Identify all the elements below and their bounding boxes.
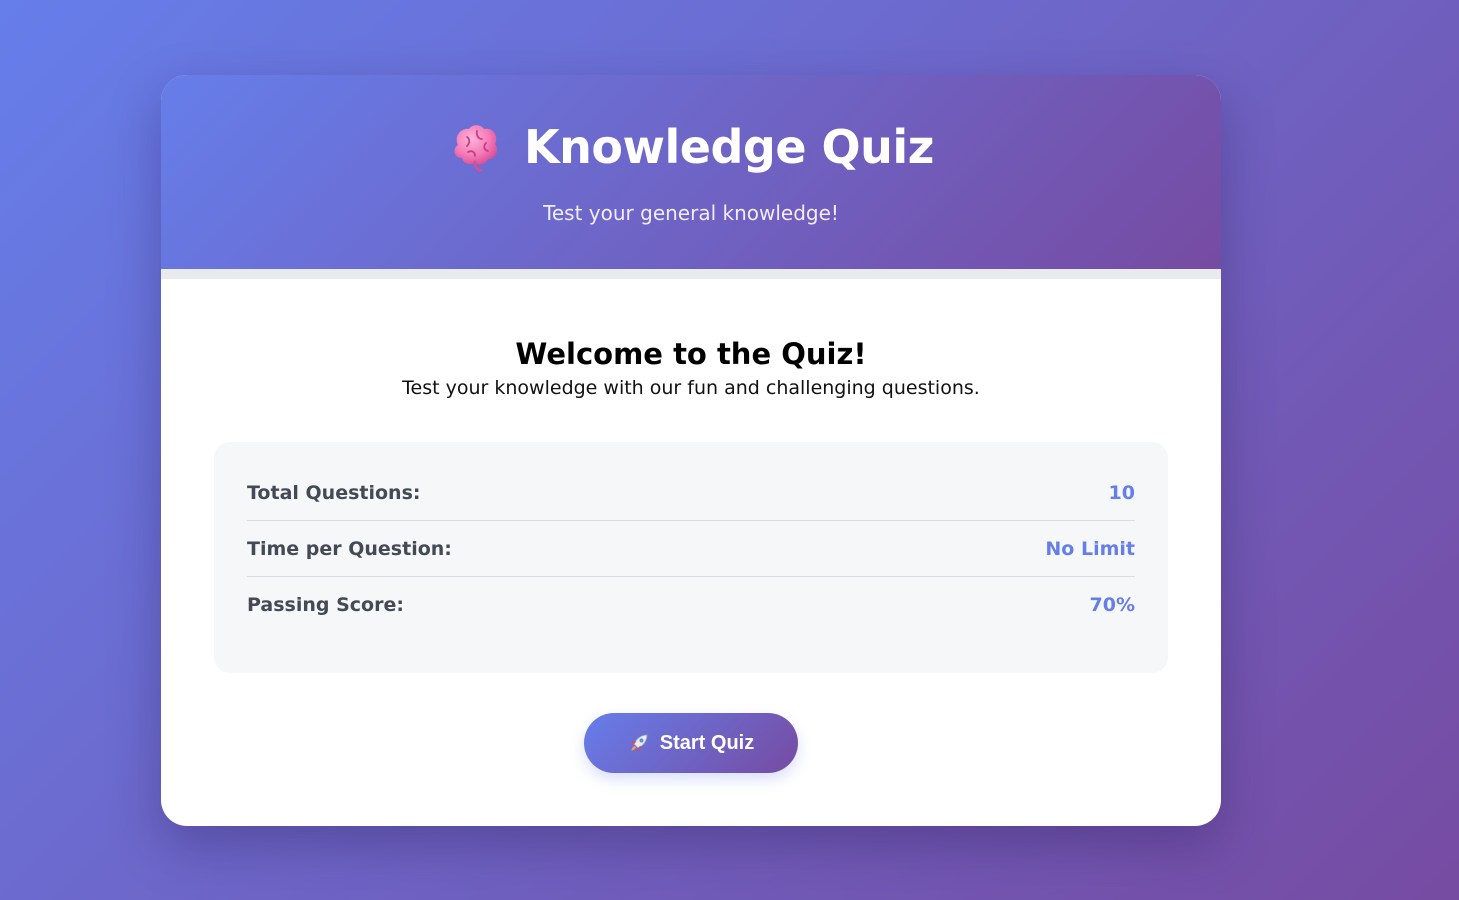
welcome-title: Welcome to the Quiz! — [515, 337, 867, 371]
page-subtitle: Test your general knowledge! — [543, 201, 839, 225]
quiz-info-box: Total Questions: 10 Time per Question: N… — [214, 442, 1168, 673]
brain-icon — [448, 119, 504, 175]
info-value: 10 — [1108, 481, 1135, 504]
info-value: No Limit — [1045, 537, 1135, 560]
info-label: Total Questions: — [247, 481, 421, 504]
info-label: Time per Question: — [247, 537, 452, 560]
rocket-icon — [628, 732, 650, 754]
page-title: Knowledge Quiz — [524, 120, 934, 174]
quiz-header: Knowledge Quiz Test your general knowled… — [161, 75, 1221, 269]
info-label: Passing Score: — [247, 593, 404, 616]
info-row-time-per-question: Time per Question: No Limit — [247, 521, 1135, 577]
info-row-total-questions: Total Questions: 10 — [247, 465, 1135, 521]
header-divider — [161, 269, 1221, 279]
info-value: 70% — [1089, 593, 1135, 616]
quiz-card: Knowledge Quiz Test your general knowled… — [161, 75, 1221, 826]
title-row: Knowledge Quiz — [161, 119, 1221, 175]
welcome-text: Test your knowledge with our fun and cha… — [402, 377, 980, 399]
start-quiz-button[interactable]: Start Quiz — [584, 713, 798, 773]
info-row-passing-score: Passing Score: 70% — [247, 577, 1135, 632]
welcome-section: Welcome to the Quiz! Test your knowledge… — [161, 279, 1221, 826]
start-quiz-label: Start Quiz — [659, 731, 755, 754]
